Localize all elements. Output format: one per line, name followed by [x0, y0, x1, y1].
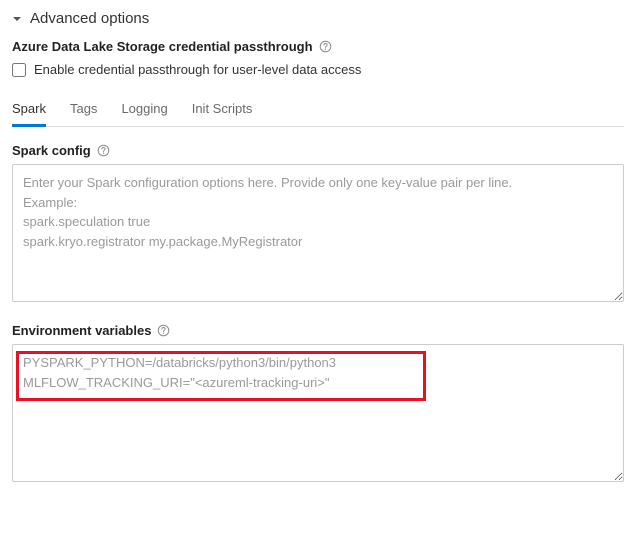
help-icon[interactable] [319, 40, 332, 53]
section-header[interactable]: Advanced options [12, 10, 624, 27]
tab-tags[interactable]: Tags [70, 95, 97, 126]
passthrough-title: Azure Data Lake Storage credential passt… [12, 39, 313, 54]
passthrough-checkbox-row[interactable]: Enable credential passthrough for user-l… [12, 62, 624, 77]
env-vars-label-row: Environment variables [12, 323, 624, 338]
chevron-down-icon [12, 14, 22, 24]
help-icon[interactable] [97, 144, 110, 157]
tab-init-scripts[interactable]: Init Scripts [192, 95, 253, 126]
env-vars-textarea[interactable] [12, 344, 624, 482]
env-vars-label: Environment variables [12, 323, 151, 338]
tab-spark[interactable]: Spark [12, 95, 46, 126]
passthrough-checkbox[interactable] [12, 63, 26, 77]
spark-config-textarea[interactable] [12, 164, 624, 302]
env-vars-wrapper [12, 344, 624, 485]
passthrough-heading: Azure Data Lake Storage credential passt… [12, 39, 624, 54]
help-icon[interactable] [157, 324, 170, 337]
tab-logging[interactable]: Logging [121, 95, 167, 126]
passthrough-checkbox-label: Enable credential passthrough for user-l… [34, 62, 361, 77]
spark-config-label: Spark config [12, 143, 91, 158]
tabs: Spark Tags Logging Init Scripts [12, 95, 624, 127]
spark-config-label-row: Spark config [12, 143, 624, 158]
section-title: Advanced options [30, 10, 149, 27]
